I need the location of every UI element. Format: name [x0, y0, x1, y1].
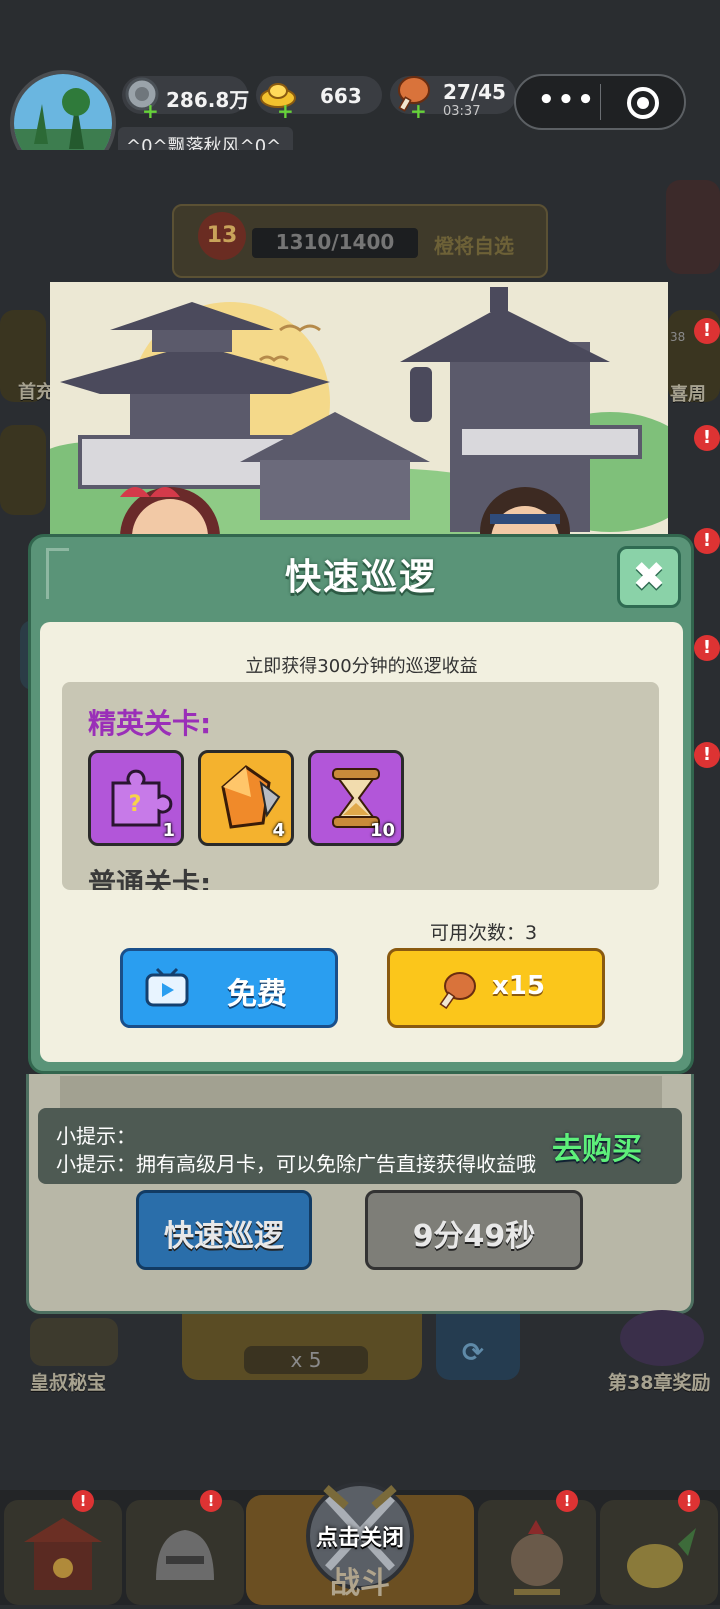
item-count: 10: [369, 820, 395, 841]
reward-preview-box[interactable]: 精英关卡: ? 1 4 10 普通关卡:: [62, 682, 659, 890]
reward-item[interactable]: 10: [308, 750, 404, 846]
free-button-label: 免费: [227, 977, 287, 1012]
item-count: 4: [272, 820, 285, 841]
notification-dot: !: [200, 1490, 222, 1512]
tip-line-2: 小提示：拥有高级月卡，可以免除广告直接获得收益哦: [56, 1152, 536, 1176]
stamina-cost-label: x15: [492, 971, 545, 1001]
normal-stage-label: 普通关卡:: [88, 867, 212, 890]
chapter-reward-label: 第38章奖励: [608, 1372, 711, 1394]
notification-dot: !: [694, 318, 720, 344]
dialog-title: 快速巡逻: [284, 557, 437, 598]
patrol-cooldown-button[interactable]: 9分49秒: [365, 1190, 583, 1270]
orange-general-select-label[interactable]: 橙将自选: [434, 230, 514, 259]
notification-dot: !: [694, 742, 720, 768]
close-button[interactable]: ✖: [617, 546, 681, 608]
meat-icon: [438, 969, 478, 1010]
side-left-tile-2[interactable]: [0, 425, 46, 515]
patrol-scene-image: [50, 282, 668, 537]
exit-icon[interactable]: [626, 86, 660, 120]
elite-stage-label: 精英关卡:: [88, 707, 212, 740]
nav-tab-alliance[interactable]: [478, 1500, 596, 1605]
capsule-divider: [600, 84, 601, 120]
svg-text:?: ?: [129, 792, 142, 817]
notification-dot: !: [678, 1490, 700, 1512]
battle-tab-label: 战斗: [330, 1566, 390, 1601]
notification-dot: !: [72, 1490, 94, 1512]
silver-amount: 286.8万: [166, 88, 250, 112]
add-stamina-icon[interactable]: +: [410, 101, 427, 121]
weekly-gift-label: 喜周: [670, 384, 706, 405]
remaining-uses: 可用次数：3: [430, 922, 538, 944]
refresh-icon: ⟳: [462, 1338, 484, 1368]
tv-ad-icon: [145, 967, 189, 1007]
quick-patrol-label: 快速巡逻: [164, 1219, 284, 1254]
add-silver-icon[interactable]: +: [142, 101, 159, 121]
nav-tab-city[interactable]: [4, 1500, 122, 1605]
treasure-icon: [627, 1528, 696, 1588]
stage-badge: 13: [198, 212, 246, 260]
close-icon: ✖: [632, 554, 666, 600]
gate-icon: [24, 1518, 102, 1590]
notification-dot: !: [694, 425, 720, 451]
tip-line-1: 小提示：: [56, 1124, 136, 1148]
chapter-reward-tile[interactable]: [620, 1310, 704, 1366]
nav-tab-heroes[interactable]: [126, 1500, 244, 1605]
go-buy-link[interactable]: 去购买: [552, 1124, 642, 1168]
quick-patrol-button[interactable]: 快速巡逻: [136, 1190, 312, 1270]
rooster-icon: [511, 1520, 563, 1595]
uncle-treasure-label: 皇叔秘宝: [30, 1372, 107, 1394]
notification-dot: !: [556, 1490, 578, 1512]
miniprogram-capsule: •••: [514, 74, 686, 130]
tap-to-close-hint[interactable]: 点击关闭: [250, 1520, 470, 1552]
stamina-timer: 03:37: [443, 104, 481, 119]
item-count: 1: [162, 820, 175, 841]
gold-amount: 663: [320, 84, 362, 108]
first-charge-label: 首充: [18, 382, 54, 403]
stage-progress-text: 1310/1400: [275, 230, 395, 254]
more-menu-icon[interactable]: •••: [538, 87, 594, 114]
nav-tab-shop[interactable]: [600, 1500, 718, 1605]
patrol-reward-description: 立即获得300分钟的巡逻收益: [245, 656, 478, 677]
battle-cost: x 5: [244, 1346, 368, 1374]
notification-dot: !: [694, 635, 720, 661]
side-right-character[interactable]: [666, 180, 720, 274]
notification-dot: !: [694, 528, 720, 554]
reward-item[interactable]: 4: [198, 750, 294, 846]
free-watch-ad-button[interactable]: 免费: [120, 948, 338, 1028]
weekly-gift-badge: 38: [670, 330, 686, 344]
add-gold-icon[interactable]: +: [277, 101, 294, 121]
uncle-treasure-tile[interactable]: [30, 1318, 118, 1366]
reward-item[interactable]: ? 1: [88, 750, 184, 846]
pay-stamina-button[interactable]: x15: [387, 948, 605, 1028]
helmet-icon: [156, 1530, 214, 1580]
stamina-amount: 27/45: [443, 80, 506, 104]
cooldown-label: 9分49秒: [412, 1219, 536, 1254]
